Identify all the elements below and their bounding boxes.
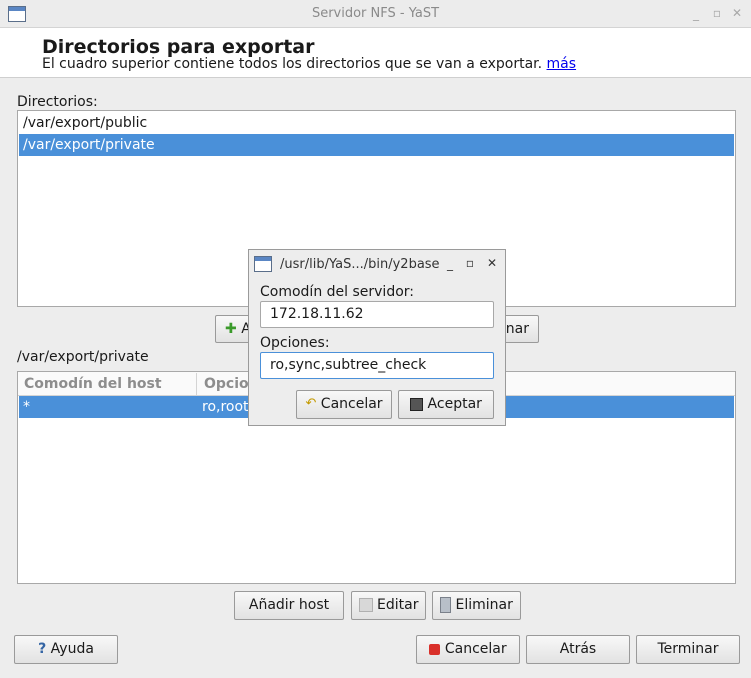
options-cell: ro,root [202,399,249,415]
close-icon[interactable]: ✕ [730,6,744,20]
selected-directory-label: /var/export/private [17,349,149,365]
list-item[interactable]: /var/export/public [19,112,734,134]
description-text: El cuadro superior contiene todos los di… [42,56,543,72]
wildcard-input[interactable]: 172.18.11.62 [260,301,494,328]
host-options-dialog: /usr/lib/YaS.../bin/y2base _ ▫ ✕ Comodín… [248,249,506,426]
edit-host-label: Editar [377,597,419,613]
list-item-selected[interactable]: /var/export/private [19,134,734,156]
dialog-window-icon [254,256,272,272]
dialog-title: /usr/lib/YaS.../bin/y2base [280,257,440,272]
delete-icon [440,597,452,613]
edit-host-button[interactable]: Editar [351,591,426,620]
page-title: Directorios para exportar [42,36,315,58]
cancel-icon [429,643,441,655]
finish-button[interactable]: Terminar [636,635,740,664]
window-title: Servidor NFS - YaST [311,6,440,21]
maximize-icon[interactable]: ▫ [710,6,724,20]
delete-host-label: Eliminar [455,597,513,613]
add-icon: ✚ [225,321,237,337]
accept-label: Aceptar [427,396,482,412]
dialog-cancel-button[interactable]: ↶ Cancelar [296,390,392,419]
help-button[interactable]: ? Ayuda [14,635,118,664]
cancel-label: Cancelar [444,641,507,657]
delete-host-button[interactable]: Eliminar [432,591,521,620]
accept-button[interactable]: Aceptar [398,390,494,419]
edit-icon [358,598,373,612]
directories-label: Directorios: [17,94,98,110]
help-icon: ? [38,641,47,657]
host-cell: * [23,399,30,415]
minimize-icon[interactable]: _ [689,7,703,21]
dialog-close-icon[interactable]: ✕ [485,256,499,270]
options-input[interactable]: ro,sync,subtree_check [260,352,494,379]
dialog-cancel-label: Cancelar [320,396,383,412]
wildcard-label: Comodín del servidor: [260,284,414,300]
cancel-button[interactable]: Cancelar [416,635,520,664]
add-host-button[interactable]: Añadir host [234,591,344,620]
dialog-minimize-icon[interactable]: _ [443,257,457,271]
more-link[interactable]: más [547,56,577,72]
dialog-maximize-icon[interactable]: ▫ [463,256,477,270]
column-header-host[interactable]: Comodín del host [18,373,197,395]
help-label: Ayuda [50,641,94,657]
page-description: El cuadro superior contiene todos los di… [42,56,576,72]
back-button[interactable]: Atrás [526,635,630,664]
save-icon [410,397,424,411]
options-label: Opciones: [260,335,330,351]
undo-icon: ↶ [305,396,317,411]
